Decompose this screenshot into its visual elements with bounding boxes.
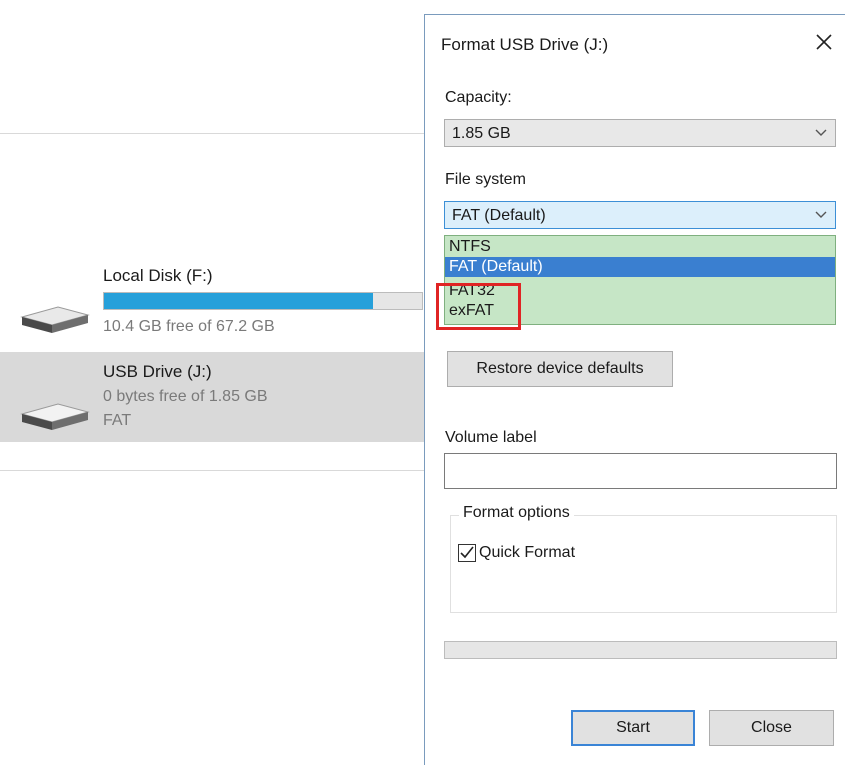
quick-format-checkbox[interactable] xyxy=(458,544,476,562)
hard-drive-icon xyxy=(20,306,90,333)
close-icon[interactable] xyxy=(811,29,837,55)
file-system-label: File system xyxy=(445,171,526,188)
option-fat32[interactable]: FAT32 xyxy=(445,281,835,301)
volume-label-input[interactable] xyxy=(444,453,837,489)
format-options-title: Format options xyxy=(459,504,574,522)
capacity-label: Capacity: xyxy=(445,89,512,106)
start-button[interactable]: Start xyxy=(571,710,695,746)
capacity-value: 1.85 GB xyxy=(452,125,511,142)
drive-name: USB Drive (J:) xyxy=(103,362,212,381)
capacity-select[interactable]: 1.85 GB xyxy=(444,119,836,147)
file-system-value: FAT (Default) xyxy=(452,207,546,224)
drive-item-local-disk[interactable]: Local Disk (F:) 10.4 GB free of 67.2 GB xyxy=(0,250,430,350)
drive-free-space: 0 bytes free of 1.85 GB xyxy=(103,388,268,405)
option-fat[interactable]: FAT (Default) xyxy=(445,257,835,277)
drive-free-space: 10.4 GB free of 67.2 GB xyxy=(103,318,275,335)
dialog-title: Format USB Drive (J:) xyxy=(441,35,609,54)
restore-defaults-button[interactable]: Restore device defaults xyxy=(447,351,673,387)
quick-format-label[interactable]: Quick Format xyxy=(479,544,575,562)
format-progress-bar xyxy=(444,641,837,659)
option-exfat[interactable]: exFAT xyxy=(445,301,835,321)
format-dialog: Format USB Drive (J:) Capacity: 1.85 GB … xyxy=(424,14,845,765)
drive-item-usb-drive[interactable]: USB Drive (J:) 0 bytes free of 1.85 GB F… xyxy=(0,352,430,442)
divider xyxy=(0,470,430,471)
file-system-select[interactable]: FAT (Default) xyxy=(444,201,836,229)
chevron-down-icon xyxy=(815,129,827,136)
divider xyxy=(0,133,430,134)
drive-name: Local Disk (F:) xyxy=(103,266,213,285)
usb-drive-icon xyxy=(20,403,90,430)
chevron-down-icon xyxy=(815,211,827,218)
drive-usage-bar xyxy=(103,292,423,310)
drive-usage-fill xyxy=(104,293,373,309)
file-system-dropdown-list: NTFS FAT (Default) FAT32 exFAT xyxy=(444,235,836,325)
volume-label-label: Volume label xyxy=(445,429,537,446)
format-options-group: Format options Quick Format xyxy=(450,504,837,613)
checkmark-icon xyxy=(460,546,474,559)
close-button[interactable]: Close xyxy=(709,710,834,746)
option-ntfs[interactable]: NTFS xyxy=(445,237,835,257)
drive-file-system: FAT xyxy=(103,412,132,429)
